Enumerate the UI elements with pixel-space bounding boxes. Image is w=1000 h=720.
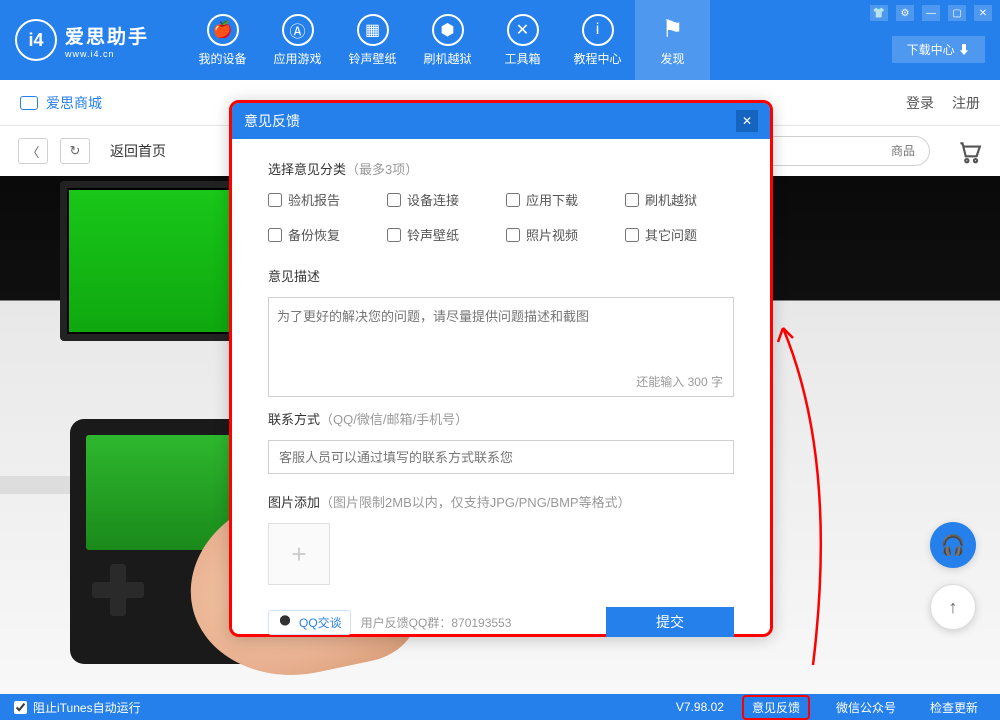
qq-chat-button[interactable]: QQ交谈 bbox=[268, 610, 351, 635]
float-buttons: 🎧 ↑ bbox=[930, 522, 976, 630]
register-link[interactable]: 注册 bbox=[952, 93, 980, 113]
nav-jailbreak[interactable]: ⬢刷机越狱 bbox=[410, 0, 485, 80]
wallpaper-icon: ▦ bbox=[357, 14, 389, 46]
cart-icon[interactable] bbox=[956, 139, 982, 163]
category-checkbox[interactable]: 其它问题 bbox=[625, 225, 734, 244]
settings-icon[interactable]: ⚙ bbox=[896, 5, 914, 21]
page-title: 返回首页 bbox=[110, 141, 166, 161]
skin-icon[interactable]: 👕 bbox=[870, 5, 888, 21]
category-checkbox[interactable]: 刷机越狱 bbox=[625, 190, 734, 209]
nav-tutorials[interactable]: i教程中心 bbox=[560, 0, 635, 80]
maximize-icon[interactable]: ▢ bbox=[948, 5, 966, 21]
modal-header: 意见反馈 ✕ bbox=[232, 103, 770, 139]
category-checkbox[interactable]: 设备连接 bbox=[387, 190, 496, 209]
char-counter: 还能输入 300 字 bbox=[636, 373, 723, 390]
category-checkbox[interactable]: 验机报告 bbox=[268, 190, 377, 209]
modal-close-button[interactable]: ✕ bbox=[736, 110, 758, 132]
footer-update-button[interactable]: 检查更新 bbox=[922, 697, 986, 718]
description-textarea[interactable] bbox=[277, 306, 725, 376]
upload-button[interactable]: + bbox=[268, 523, 330, 585]
footer-feedback-button[interactable]: 意见反馈 bbox=[742, 695, 810, 720]
category-checkbox[interactable]: 照片视频 bbox=[506, 225, 615, 244]
scroll-top-button[interactable]: ↑ bbox=[930, 584, 976, 630]
info-icon: i bbox=[582, 14, 614, 46]
appstore-icon: Ⓐ bbox=[282, 14, 314, 46]
login-link[interactable]: 登录 bbox=[906, 93, 934, 113]
qq-icon bbox=[277, 614, 293, 630]
contact-input[interactable] bbox=[268, 440, 734, 474]
minimize-icon[interactable]: — bbox=[922, 5, 940, 21]
upload-label: 图片添加（图片限制2MB以内，仅支持JPG/PNG/BMP等格式） bbox=[268, 492, 734, 511]
contact-label: 联系方式（QQ/微信/邮箱/手机号） bbox=[268, 409, 734, 428]
support-button[interactable]: 🎧 bbox=[930, 522, 976, 568]
category-section-label: 选择意见分类（最多3项） bbox=[268, 159, 734, 178]
app-name: 爱思助手 bbox=[65, 22, 149, 49]
tools-icon: ✕ bbox=[507, 14, 539, 46]
message-icon bbox=[20, 96, 38, 110]
nav-toolbox[interactable]: ✕工具箱 bbox=[485, 0, 560, 80]
description-label: 意见描述 bbox=[268, 266, 734, 285]
flag-icon: ⚑ bbox=[657, 14, 689, 46]
version-label: V7.98.02 bbox=[676, 700, 724, 714]
logo-icon: i4 bbox=[15, 19, 57, 61]
footer-wechat-button[interactable]: 微信公众号 bbox=[828, 697, 904, 718]
apple-icon: 🍎 bbox=[207, 14, 239, 46]
submit-button[interactable]: 提交 bbox=[606, 607, 734, 637]
nav-apps[interactable]: Ⓐ应用游戏 bbox=[260, 0, 335, 80]
nav-ringtone[interactable]: ▦铃声壁纸 bbox=[335, 0, 410, 80]
nav-mydevice[interactable]: 🍎我的设备 bbox=[185, 0, 260, 80]
category-checkbox[interactable]: 铃声壁纸 bbox=[387, 225, 496, 244]
block-itunes-checkbox[interactable]: 阻止iTunes自动运行 bbox=[14, 699, 141, 716]
qq-group-info: 用户反馈QQ群：870193553 bbox=[361, 614, 512, 631]
modal-title: 意见反馈 bbox=[244, 111, 300, 131]
footer: 阻止iTunes自动运行 V7.98.02 意见反馈 微信公众号 检查更新 bbox=[0, 694, 1000, 720]
main-nav: 🍎我的设备 Ⓐ应用游戏 ▦铃声壁纸 ⬢刷机越狱 ✕工具箱 i教程中心 ⚑发现 bbox=[185, 0, 710, 80]
header: i4 爱思助手 www.i4.cn 🍎我的设备 Ⓐ应用游戏 ▦铃声壁纸 ⬢刷机越… bbox=[0, 0, 1000, 80]
logo-area[interactable]: i4 爱思助手 www.i4.cn bbox=[0, 19, 185, 61]
box-icon: ⬢ bbox=[432, 14, 464, 46]
category-checkbox[interactable]: 应用下载 bbox=[506, 190, 615, 209]
download-center-button[interactable]: 下载中心 ⬇ bbox=[892, 36, 985, 63]
feedback-modal: 意见反馈 ✕ 选择意见分类（最多3项） 验机报告 设备连接 应用下载 刷机越狱 … bbox=[229, 100, 773, 637]
store-link[interactable]: 爱思商城 bbox=[20, 93, 102, 113]
back-button[interactable]: 〈 bbox=[18, 138, 48, 164]
refresh-button[interactable]: ↻ bbox=[60, 138, 90, 164]
category-grid: 验机报告 设备连接 应用下载 刷机越狱 备份恢复 铃声壁纸 照片视频 其它问题 bbox=[268, 190, 734, 244]
app-url: www.i4.cn bbox=[65, 49, 149, 59]
category-checkbox[interactable]: 备份恢复 bbox=[268, 225, 377, 244]
nav-discover[interactable]: ⚑发现 bbox=[635, 0, 710, 80]
close-icon[interactable]: ✕ bbox=[974, 5, 992, 21]
window-controls: 👕 ⚙ — ▢ ✕ bbox=[870, 5, 992, 21]
